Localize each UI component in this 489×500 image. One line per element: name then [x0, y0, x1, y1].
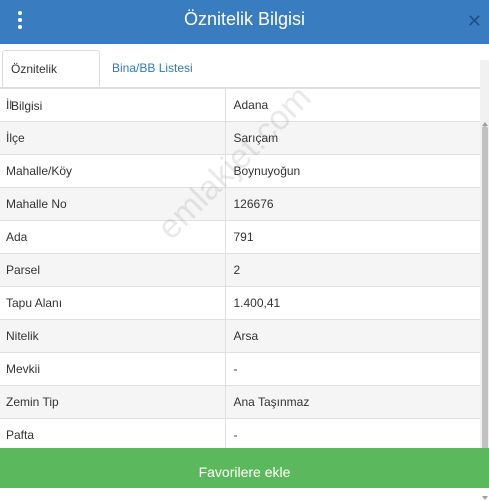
- table-row: Tapu Alanı 1.400,41: [0, 286, 480, 320]
- add-to-favorites-button[interactable]: Favorilere ekle: [0, 448, 489, 488]
- attribute-value: 2: [225, 253, 480, 287]
- attribute-key: Mevkii: [0, 352, 226, 386]
- close-icon[interactable]: ✕: [467, 11, 482, 31]
- table-row: Zemin Tip Ana Taşınmaz: [0, 385, 480, 419]
- attribute-value: -: [225, 418, 480, 448]
- table-row: Pafta -: [0, 418, 480, 448]
- attribute-value: 1.400,41: [225, 286, 480, 320]
- dialog-title: Öznitelik Bilgisi: [183, 9, 306, 29]
- table-row: Parsel 2: [0, 253, 480, 287]
- attribute-table-container: İl Adana İlçe Sarıçam Mahalle/Köy Boynuyoğun M…: [0, 88, 480, 448]
- attribute-value: Sarıçam: [225, 121, 480, 155]
- attribute-value: Ana Taşınmaz: [225, 385, 480, 419]
- table-row: Ada 791: [0, 220, 480, 254]
- attribute-key: Tapu Alanı: [0, 286, 226, 320]
- table-row: İlçe Sarıçam: [0, 121, 480, 155]
- attribute-key: Mahalle No: [0, 187, 226, 221]
- tab-bar: Öznitelik Bilgisi Bina/BB Listesi: [0, 44, 489, 113]
- attribute-key: Nitelik: [0, 319, 226, 353]
- attribute-table: İl Adana İlçe Sarıçam Mahalle/Köy Boynuyoğun M…: [0, 88, 480, 448]
- attribute-value: -: [225, 352, 480, 386]
- table-row: Mevkii -: [0, 352, 480, 386]
- table-row: Mahalle No 126676: [0, 187, 480, 221]
- attribute-value: Boynuyoğun: [225, 154, 480, 188]
- attribute-key: İl: [0, 88, 226, 122]
- scrollbar-thumb[interactable]: [482, 126, 488, 472]
- attribute-key: Mahalle/Köy: [0, 154, 226, 188]
- tab-bina-bb-listesi[interactable]: Bina/BB Listesi: [104, 50, 204, 87]
- table-row: İl Adana: [0, 88, 480, 122]
- attribute-value: Arsa: [225, 319, 480, 353]
- tab-oznitelik-bilgisi[interactable]: Öznitelik Bilgisi: [2, 50, 100, 113]
- attribute-key: Ada: [0, 220, 226, 254]
- attribute-key: Zemin Tip: [0, 385, 226, 419]
- dialog-header: Öznitelik Bilgisi ✕: [0, 0, 489, 44]
- scrollbar[interactable]: [480, 60, 489, 500]
- table-row: Nitelik Arsa: [0, 319, 480, 353]
- table-row: Mahalle/Köy Boynuyoğun: [0, 154, 480, 188]
- attribute-value: Adana: [225, 88, 480, 122]
- attribute-value: 791: [225, 220, 480, 254]
- attribute-key: Parsel: [0, 253, 226, 287]
- attribute-key: Pafta: [0, 418, 226, 448]
- attribute-key: İlçe: [0, 121, 226, 155]
- attribute-value: 126676: [225, 187, 480, 221]
- scroll-down-arrow-icon[interactable]: [482, 496, 488, 500]
